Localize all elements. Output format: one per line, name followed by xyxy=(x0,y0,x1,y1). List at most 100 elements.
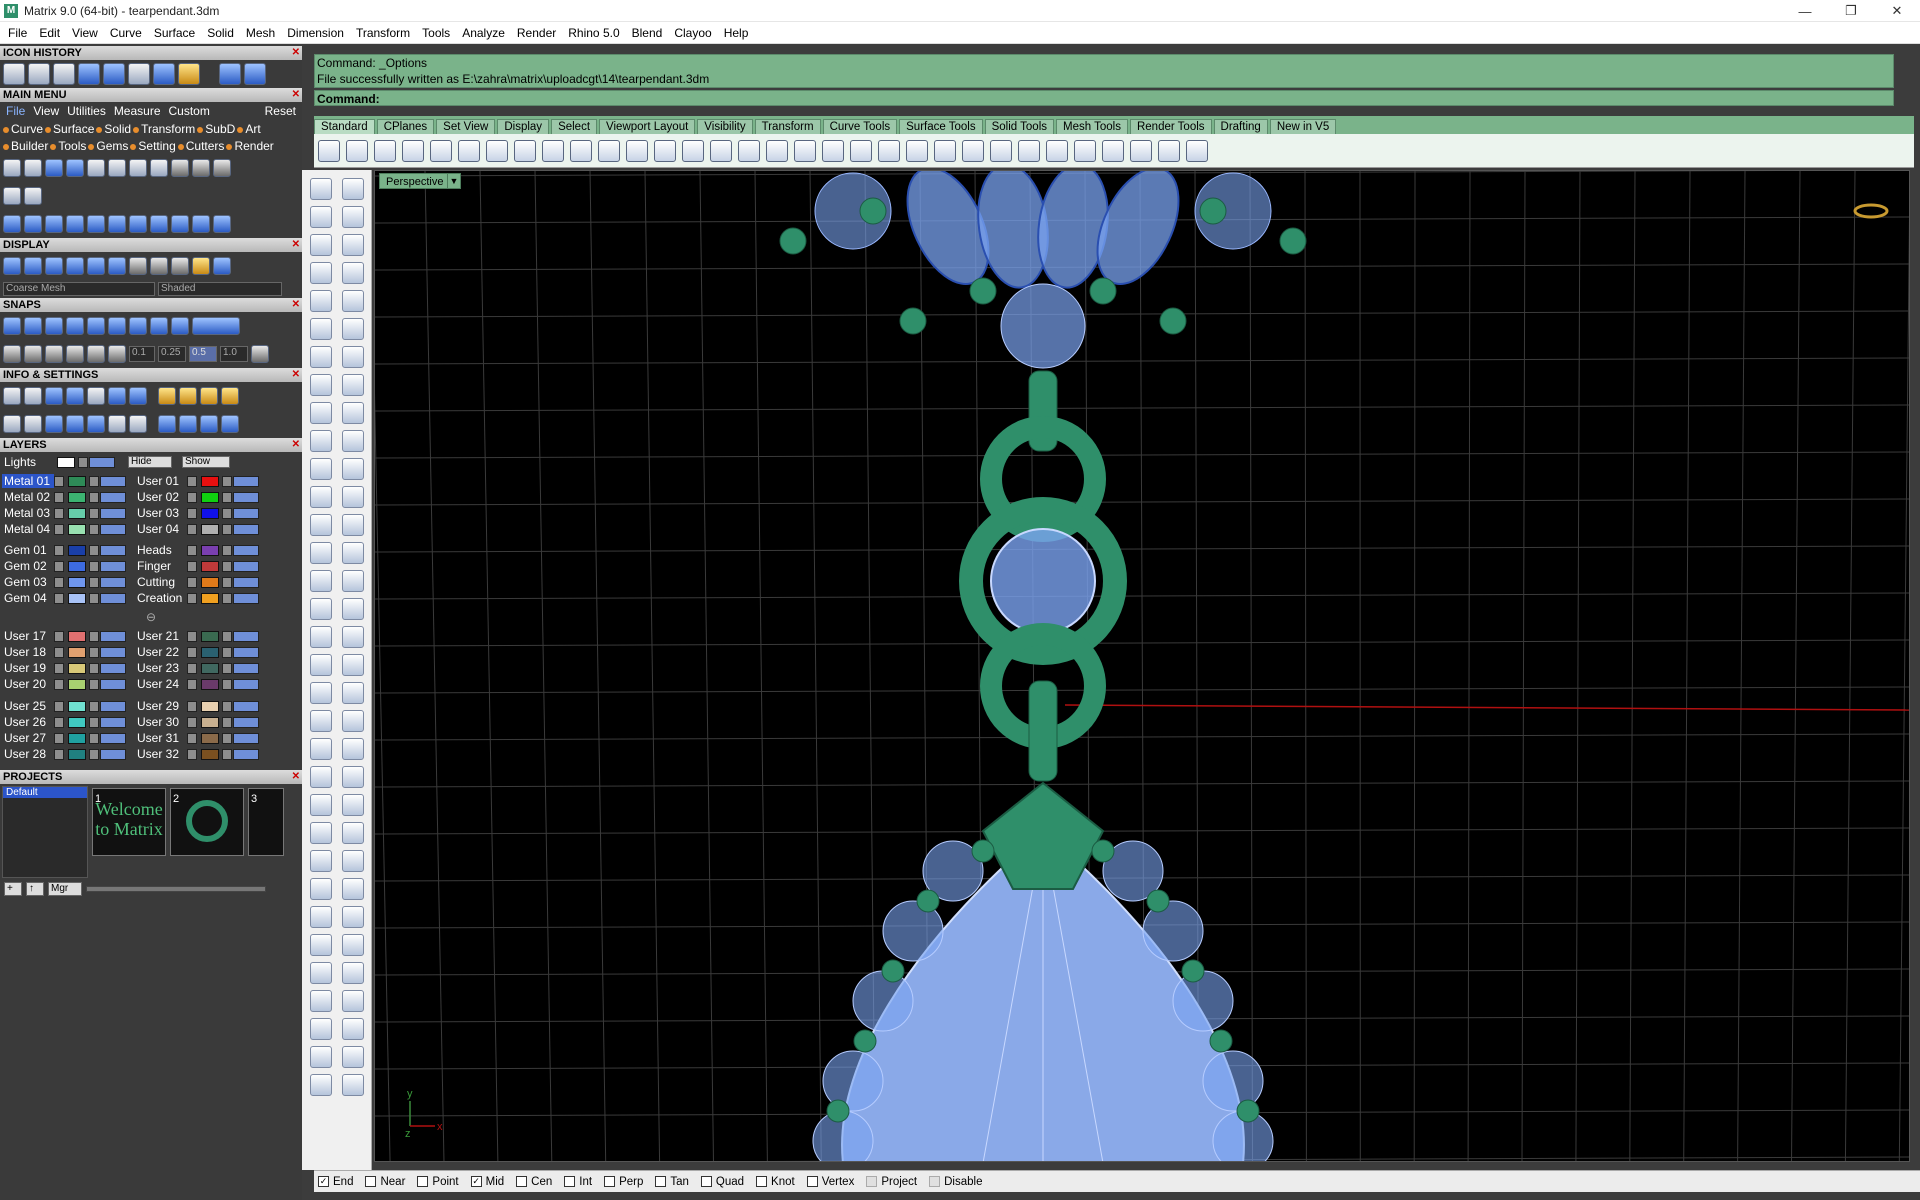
lock-icon[interactable] xyxy=(222,716,232,728)
points-icon[interactable] xyxy=(342,206,364,228)
dimension-icon[interactable] xyxy=(310,822,332,844)
layer-visible-toggle[interactable] xyxy=(233,592,259,604)
layer-visible-toggle[interactable] xyxy=(233,523,259,535)
layer-splitter[interactable]: ⊖ xyxy=(2,606,300,628)
minimize-button[interactable]: — xyxy=(1782,0,1828,22)
restore-button[interactable]: ❐ xyxy=(1828,0,1874,22)
layer-expand-icon[interactable] xyxy=(187,507,197,519)
layer-expand-icon[interactable] xyxy=(187,716,197,728)
layer-visible-toggle[interactable] xyxy=(100,748,126,760)
lock-icon[interactable] xyxy=(89,491,99,503)
boolean-2-icon[interactable] xyxy=(342,682,364,704)
rendered-ball-icon[interactable] xyxy=(1046,139,1068,162)
lock-icon[interactable] xyxy=(89,576,99,588)
osnap-project[interactable]: Project xyxy=(866,1176,917,1188)
copy-to-clipboard-icon[interactable] xyxy=(430,139,452,162)
fill-icon[interactable] xyxy=(221,415,239,433)
circle-icon[interactable] xyxy=(213,215,231,233)
gumball-icon[interactable] xyxy=(108,345,126,363)
render-view-icon[interactable] xyxy=(45,257,63,275)
lock-icon[interactable] xyxy=(222,523,232,535)
trim-icon[interactable] xyxy=(310,738,332,760)
planar-toggle-icon[interactable] xyxy=(192,317,240,335)
lock-icon[interactable] xyxy=(89,646,99,658)
layer-expand-icon[interactable] xyxy=(54,523,64,535)
main-menu-item-cutters[interactable]: Cutters xyxy=(178,139,225,153)
edit-icon[interactable] xyxy=(108,387,126,405)
main-menu-item-tools[interactable]: Tools xyxy=(50,139,86,153)
undo-icon[interactable] xyxy=(542,139,564,162)
mirror-icon[interactable] xyxy=(310,906,332,928)
layer-color-swatch[interactable] xyxy=(201,646,219,658)
person-icon[interactable] xyxy=(171,159,189,177)
tab-display[interactable]: Display xyxy=(497,119,550,134)
osnap-tan[interactable]: Tan xyxy=(655,1176,689,1188)
layer-visible-toggle[interactable] xyxy=(100,560,126,572)
snap-value-1[interactable]: 0.1 xyxy=(129,346,155,362)
layer-row[interactable]: User 32 xyxy=(135,746,260,762)
copy-layout-icon[interactable] xyxy=(3,187,21,205)
menu-tools[interactable]: Tools xyxy=(416,26,456,40)
layer-row[interactable]: Gem 04 xyxy=(2,590,127,606)
main-menu-tab-measure[interactable]: Measure xyxy=(111,104,164,118)
arc-icon[interactable] xyxy=(310,402,332,424)
layer-row[interactable]: Heads xyxy=(135,542,260,558)
open-icon[interactable] xyxy=(24,159,42,177)
brush-icon[interactable] xyxy=(179,415,197,433)
history-icon[interactable] xyxy=(310,990,332,1012)
join-2-icon[interactable] xyxy=(342,934,364,956)
layer-expand-icon[interactable] xyxy=(187,700,197,712)
text-icon[interactable] xyxy=(310,794,332,816)
osnap-quad[interactable]: Quad xyxy=(700,1176,744,1188)
layer-expand-icon[interactable] xyxy=(54,544,64,556)
fillet-2-icon[interactable] xyxy=(342,430,364,452)
layer-expand-icon[interactable] xyxy=(54,576,64,588)
layer-expand-icon[interactable] xyxy=(187,662,197,674)
osnap-checkbox[interactable]: ✓ xyxy=(318,1176,329,1187)
layer-expand-icon[interactable] xyxy=(187,678,197,690)
join-icon[interactable] xyxy=(310,934,332,956)
properties-icon[interactable] xyxy=(66,387,84,405)
tab-drafting[interactable]: Drafting xyxy=(1213,119,1268,134)
lock-icon[interactable] xyxy=(89,475,99,487)
white-ball-icon[interactable] xyxy=(150,257,168,275)
layer-visible-toggle[interactable] xyxy=(100,475,126,487)
material-icon[interactable] xyxy=(129,387,147,405)
layer-expand-icon[interactable] xyxy=(54,507,64,519)
gear-icon[interactable] xyxy=(1130,139,1152,162)
viewport-canvas[interactable]: y z x xyxy=(375,171,1910,1162)
hide-button[interactable]: Hide xyxy=(128,456,172,468)
lock-icon[interactable] xyxy=(89,716,99,728)
split-2-icon[interactable] xyxy=(342,766,364,788)
shaded-icon[interactable] xyxy=(24,257,42,275)
shaded-ball-icon[interactable] xyxy=(1018,139,1040,162)
tab-curve-tools[interactable]: Curve Tools xyxy=(822,119,898,134)
box-icon[interactable] xyxy=(310,486,332,508)
lock-icon[interactable] xyxy=(222,662,232,674)
layer-color-swatch[interactable] xyxy=(201,544,219,556)
osnap-vertex[interactable]: Vertex xyxy=(806,1176,854,1188)
more-icon[interactable] xyxy=(310,1074,332,1096)
viewport-menu-arrow[interactable]: ▼ xyxy=(447,173,461,189)
layer-color-swatch[interactable] xyxy=(68,560,86,572)
project-thumb-2[interactable]: 2 xyxy=(170,788,244,856)
layer-expand-icon[interactable] xyxy=(54,716,64,728)
layer-color-swatch[interactable] xyxy=(68,630,86,642)
main-menu-item-art[interactable]: Art xyxy=(237,122,260,136)
main-menu-item-transform[interactable]: Transform xyxy=(133,122,195,136)
new-icon[interactable] xyxy=(318,139,340,162)
snap-quad-icon[interactable] xyxy=(129,317,147,335)
osnap-checkbox[interactable] xyxy=(806,1176,818,1187)
scale-icon[interactable] xyxy=(108,215,126,233)
osnap-checkbox[interactable] xyxy=(866,1176,878,1187)
split-icon[interactable] xyxy=(310,766,332,788)
grid-array-2-icon[interactable] xyxy=(342,962,364,984)
array-icon[interactable] xyxy=(310,850,332,872)
polyline-2-icon[interactable] xyxy=(310,262,332,284)
osnap-checkbox[interactable] xyxy=(417,1176,429,1187)
layer-expand-icon[interactable] xyxy=(187,732,197,744)
snap-icon[interactable] xyxy=(1158,139,1180,162)
grid-icon[interactable] xyxy=(251,345,269,363)
lock-icon[interactable] xyxy=(89,732,99,744)
line-icon[interactable] xyxy=(342,234,364,256)
